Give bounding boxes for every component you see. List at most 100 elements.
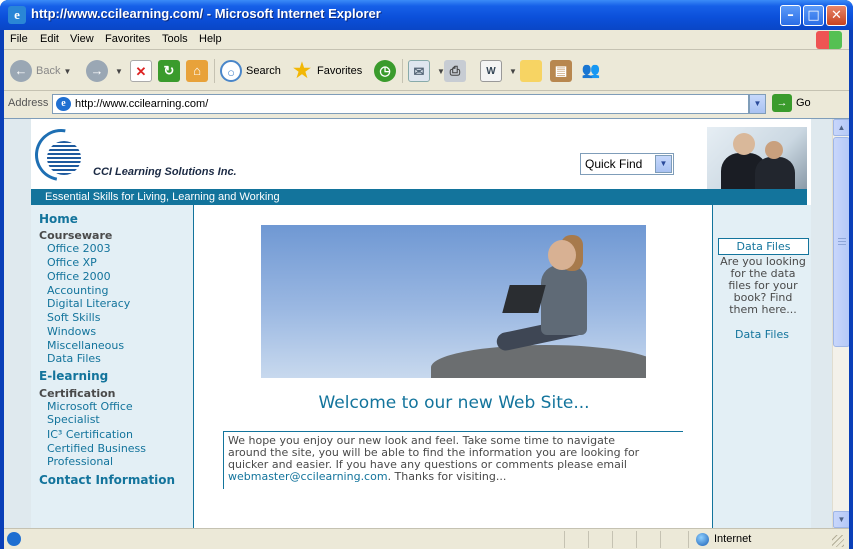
grip-line <box>838 241 846 242</box>
menu-view[interactable]: View <box>70 33 94 45</box>
stop-icon: ✕ <box>130 60 152 82</box>
search-button[interactable]: ○ Search <box>220 57 281 85</box>
photo-person-head <box>733 133 755 155</box>
nav-link-accounting[interactable]: Accounting <box>47 284 108 297</box>
status-divider <box>688 531 689 548</box>
maximize-button[interactable]: □ <box>803 5 824 26</box>
grip-line <box>838 244 846 245</box>
tagline: Essential Skills for Living, Learning an… <box>31 189 807 205</box>
nav-link-certified-business[interactable]: Certified Business <box>47 442 146 455</box>
web-page: CCI Learning Solutions Inc. Quick Find ▼… <box>24 119 811 528</box>
internet-globe-icon <box>696 533 709 546</box>
word-icon: W <box>480 60 502 82</box>
status-divider <box>588 531 589 548</box>
toolbar-separator <box>402 59 403 83</box>
research-button[interactable]: ▤ <box>550 57 576 85</box>
address-dropdown[interactable]: ▼ <box>749 94 766 114</box>
folder-icon <box>520 60 542 82</box>
nav-home[interactable]: Home <box>39 212 78 226</box>
nav-link-microsoft-office[interactable]: Microsoft Office <box>47 400 133 413</box>
back-arrow-icon: ← <box>10 60 32 82</box>
nav-link-digital-literacy[interactable]: Digital Literacy <box>47 297 130 310</box>
edit-button[interactable]: W ▼ <box>480 57 517 85</box>
windows-logo-icon <box>816 31 842 49</box>
messenger-button[interactable]: 👥 <box>580 57 606 85</box>
menu-bar: File Edit View Favorites Tools Help <box>4 30 849 50</box>
minimize-button[interactable]: – <box>780 5 801 26</box>
refresh-button[interactable]: ↻ <box>158 57 184 85</box>
nav-link-office-2000[interactable]: Office 2000 <box>47 270 111 283</box>
title-bar[interactable]: e http://www.ccilearning.com/ - Microsof… <box>0 0 853 30</box>
data-files-link[interactable]: Data Files <box>713 328 811 341</box>
menu-edit[interactable]: Edit <box>40 33 59 45</box>
forward-button[interactable]: → ▼ <box>86 57 123 85</box>
nav-link-office-2003[interactable]: Office 2003 <box>47 242 111 255</box>
chevron-down-icon: ▼ <box>509 66 517 76</box>
address-url: http://www.ccilearning.com/ <box>75 98 209 110</box>
nav-link-miscellaneous[interactable]: Miscellaneous <box>47 339 124 352</box>
browser-chrome: File Edit View Favorites Tools Help ← Ba… <box>4 30 849 549</box>
nav-certification: Certification <box>39 387 116 400</box>
history-icon: ◷ <box>374 60 396 82</box>
nav-link-ic3-certification[interactable]: IC³ Certification <box>47 428 133 441</box>
menu-tools[interactable]: Tools <box>162 33 188 45</box>
print-icon: ⎙ <box>444 60 466 82</box>
cci-logo-icon[interactable] <box>47 141 81 175</box>
nav-elearning[interactable]: E-learning <box>39 369 108 383</box>
status-divider <box>612 531 613 548</box>
scroll-down-button[interactable]: ▼ <box>833 511 849 528</box>
nav-link-specialist[interactable]: Specialist <box>47 413 100 426</box>
nav-link-windows[interactable]: Windows <box>47 325 96 338</box>
home-button[interactable]: ⌂ <box>186 57 212 85</box>
nav-link-soft-skills[interactable]: Soft Skills <box>47 311 100 324</box>
data-files-button[interactable]: Data Files <box>718 238 809 255</box>
vertical-scrollbar[interactable]: ▲ ▼ <box>832 119 849 528</box>
favorites-button[interactable]: ★ Favorites <box>291 57 362 85</box>
chevron-down-icon: ▼ <box>63 66 72 76</box>
laptop-icon <box>502 285 546 313</box>
history-button[interactable]: ◷ <box>374 57 400 85</box>
nav-link-office-xp[interactable]: Office XP <box>47 256 97 269</box>
standard-toolbar: ← Back ▼ → ▼ ✕ ↻ ⌂ ○ Search ★ Favorites … <box>4 51 849 91</box>
address-label: Address <box>8 97 49 109</box>
close-button[interactable]: ✕ <box>826 5 847 26</box>
menu-file[interactable]: File <box>10 33 28 45</box>
status-divider <box>660 531 661 548</box>
favorites-star-icon: ★ <box>293 60 311 82</box>
go-button[interactable]: Go <box>796 97 811 109</box>
ie-logo-icon: e <box>8 6 26 24</box>
status-bar: Internet <box>4 528 849 549</box>
menu-help[interactable]: Help <box>199 33 222 45</box>
webmaster-email-link[interactable]: webmaster@ccilearning.com <box>228 470 388 483</box>
page-icon: e <box>56 97 71 111</box>
mail-button[interactable]: ✉ ▼ <box>408 57 445 85</box>
scroll-up-button[interactable]: ▲ <box>833 119 849 136</box>
ie-window: e http://www.ccilearning.com/ - Microsof… <box>0 0 853 549</box>
hero-rock <box>431 345 646 378</box>
nav-link-professional[interactable]: Professional <box>47 455 113 468</box>
messenger-icon: 👥 <box>581 62 601 79</box>
welcome-heading: Welcome to our new Web Site... <box>318 393 590 413</box>
security-zone: Internet <box>714 533 752 545</box>
go-arrow-icon[interactable]: → <box>772 94 792 112</box>
print-button[interactable]: ⎙ <box>444 57 470 85</box>
discuss-button[interactable] <box>520 57 546 85</box>
forward-arrow-icon: → <box>86 60 108 82</box>
left-navigation: Home Courseware Office 2003 Office XP Of… <box>31 205 193 528</box>
resize-grip-icon[interactable] <box>832 535 844 547</box>
nav-contact[interactable]: Contact Information <box>39 473 175 487</box>
main-content: Welcome to our new Web Site... We hope y… <box>193 205 713 528</box>
nav-link-data-files[interactable]: Data Files <box>47 352 101 365</box>
grip-line <box>838 238 846 239</box>
stop-button[interactable]: ✕ <box>130 57 156 85</box>
status-divider <box>564 531 565 548</box>
scroll-thumb[interactable] <box>833 137 849 347</box>
address-input[interactable]: e http://www.ccilearning.com/ <box>52 94 749 114</box>
menu-favorites[interactable]: Favorites <box>105 33 150 45</box>
back-button[interactable]: ← Back ▼ <box>10 57 71 85</box>
intro-end: . Thanks for visiting... <box>387 470 507 483</box>
hero-head <box>548 240 576 270</box>
home-icon: ⌂ <box>186 60 208 82</box>
intro-line: webmaster@ccilearning.com. Thanks for vi… <box>228 471 679 483</box>
quick-find-select[interactable]: Quick Find ▼ <box>580 153 674 175</box>
